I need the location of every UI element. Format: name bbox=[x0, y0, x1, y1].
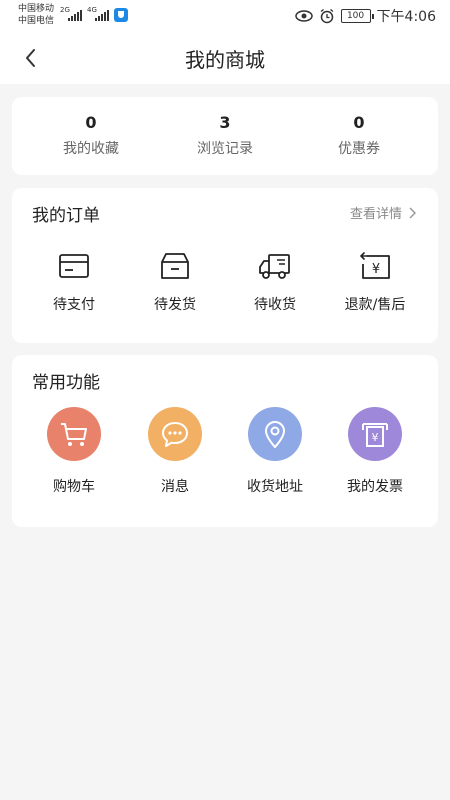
battery-icon: 100 bbox=[340, 9, 374, 23]
carrier-1: 中国移动 bbox=[18, 4, 55, 14]
message-icon bbox=[148, 407, 202, 461]
svg-text:¥: ¥ bbox=[372, 262, 380, 277]
stat-label: 优惠券 bbox=[338, 141, 380, 157]
invoice-icon: ¥ bbox=[348, 407, 402, 461]
alarm-icon bbox=[320, 8, 333, 24]
function-invoice[interactable]: ¥ 我的发票 bbox=[325, 407, 425, 496]
order-refund[interactable]: ¥ 退款/售后 bbox=[325, 248, 425, 314]
signal-icon bbox=[95, 9, 109, 21]
svg-text:¥: ¥ bbox=[372, 431, 379, 444]
nav-bar: 我的商城 bbox=[0, 32, 450, 84]
stat-label: 浏览记录 bbox=[197, 141, 253, 157]
order-label: 待支付 bbox=[53, 297, 95, 313]
eye-icon bbox=[294, 10, 313, 22]
status-bar: 中国移动 中国电信 2G 4G 100 下午4:06 bbox=[0, 0, 450, 32]
refund-icon: ¥ bbox=[360, 252, 390, 279]
location-icon bbox=[248, 407, 302, 461]
order-label: 待发货 bbox=[154, 297, 196, 313]
stat-history[interactable]: 3 浏览记录 bbox=[154, 113, 296, 158]
carrier-2: 中国电信 bbox=[18, 16, 55, 26]
cart-icon bbox=[47, 407, 101, 461]
function-label: 收货地址 bbox=[247, 479, 303, 495]
stats-card: 0 我的收藏 3 浏览记录 0 优惠券 bbox=[12, 97, 438, 175]
view-details-label: 查看详情 bbox=[349, 207, 402, 222]
order-label: 待收货 bbox=[254, 297, 296, 313]
orders-card: 我的订单 查看详情 待支付 待发货 待收货 ¥ 退款/售后 bbox=[12, 188, 438, 343]
functions-title: 常用功能 bbox=[32, 373, 100, 393]
orders-title: 我的订单 bbox=[32, 206, 100, 226]
carrier-info: 中国移动 中国电信 bbox=[18, 3, 54, 27]
function-cart[interactable]: 购物车 bbox=[24, 407, 124, 496]
function-label: 购物车 bbox=[53, 479, 95, 495]
function-address[interactable]: 收货地址 bbox=[225, 407, 325, 496]
functions-card: 常用功能 购物车 消息 收货地址 ¥ 我的发票 bbox=[12, 355, 438, 527]
box-icon bbox=[161, 253, 189, 279]
truck-icon bbox=[259, 254, 290, 279]
clock: 下午4:06 bbox=[376, 9, 436, 25]
order-pending-payment[interactable]: 待支付 bbox=[24, 248, 124, 314]
signal-icon bbox=[68, 9, 82, 21]
order-pending-receipt[interactable]: 待收货 bbox=[225, 248, 325, 314]
shield-icon bbox=[114, 8, 128, 22]
stat-label: 我的收藏 bbox=[63, 141, 119, 157]
stat-favorites[interactable]: 0 我的收藏 bbox=[20, 113, 162, 158]
function-label: 我的发票 bbox=[347, 479, 403, 495]
chevron-right-icon bbox=[409, 206, 416, 219]
function-messages[interactable]: 消息 bbox=[125, 407, 225, 496]
stat-coupons[interactable]: 0 优惠券 bbox=[288, 113, 430, 158]
view-details-link[interactable]: 查看详情 bbox=[350, 203, 416, 222]
stat-value: 0 bbox=[85, 113, 97, 132]
stat-value: 0 bbox=[353, 113, 365, 132]
stat-value: 3 bbox=[219, 113, 231, 132]
page-title: 我的商城 bbox=[185, 48, 265, 72]
function-label: 消息 bbox=[161, 479, 189, 495]
card-icon bbox=[59, 254, 89, 278]
order-label: 退款/售后 bbox=[344, 297, 406, 313]
order-pending-shipment[interactable]: 待发货 bbox=[125, 248, 225, 314]
